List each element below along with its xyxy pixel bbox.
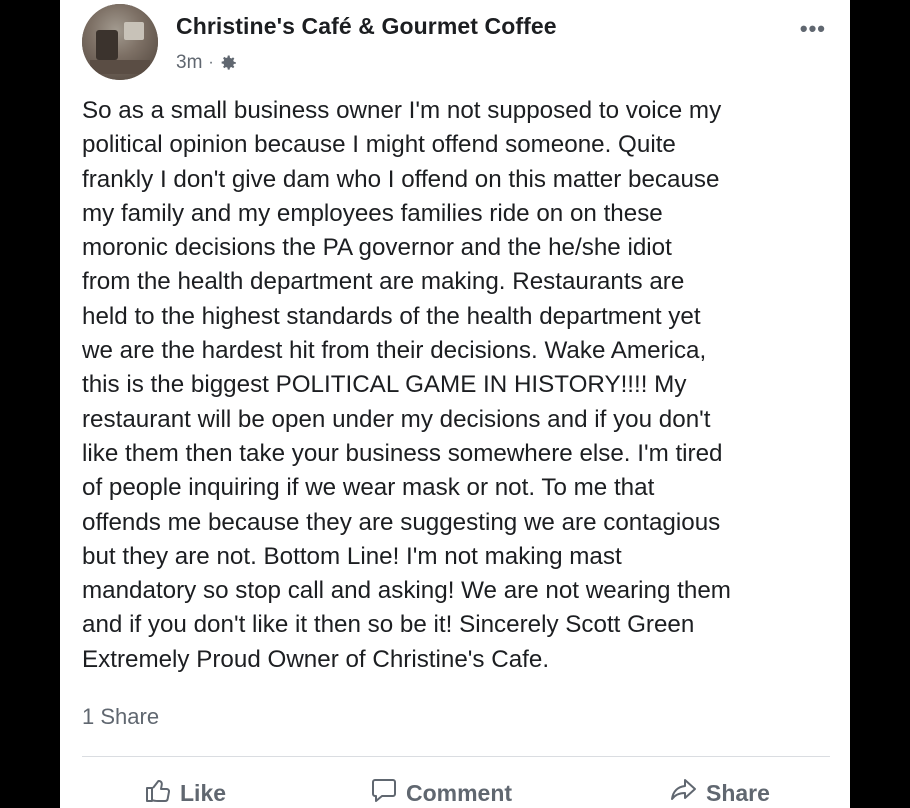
post-text-line: but they are not. Bottom Line! I'm not m… <box>82 542 622 570</box>
divider <box>82 756 830 757</box>
post-text-line: my family and my employees families ride… <box>82 199 663 227</box>
post-text-line: frankly I don't give dam who I offend on… <box>82 165 720 193</box>
post-text-line: Extremely Proud Owner of Christine's Caf… <box>82 645 550 673</box>
post-text-line: held to the highest standards of the hea… <box>82 302 701 330</box>
post-text-line: and if you don't like it then so be it! … <box>82 611 695 639</box>
post-text-line: restaurant will be open under my decisio… <box>82 405 711 433</box>
comment-icon <box>370 776 398 808</box>
thumbs-up-icon <box>144 776 172 808</box>
share-count[interactable]: 1 Share <box>82 704 159 730</box>
post-text-line: like them then take your business somewh… <box>82 439 723 467</box>
post-timestamp[interactable]: 3m <box>176 52 202 74</box>
post-text-line: So as a small business owner I'm not sup… <box>82 97 722 124</box>
action-bar: Like Comment Share <box>60 770 850 808</box>
avatar[interactable] <box>82 4 158 80</box>
post-text-line: we are the hardest hit from their decisi… <box>82 337 707 365</box>
post-text: So as a small business owner I'm not sup… <box>82 94 842 677</box>
gear-icon <box>220 54 238 72</box>
post-text-line: this is the biggest POLITICAL GAME IN HI… <box>82 371 687 399</box>
like-button[interactable]: Like <box>144 776 226 808</box>
post-header: Christine's Café & Gourmet Coffee 3m · •… <box>82 4 830 84</box>
meta-separator: · <box>208 54 214 71</box>
post-text-line: political opinion because I might offend… <box>82 131 676 159</box>
post-meta: 3m · <box>176 52 238 74</box>
more-options-icon[interactable]: ••• <box>800 18 826 40</box>
post-text-line: offends me because they are suggesting w… <box>82 508 721 536</box>
comment-button[interactable]: Comment <box>370 776 512 808</box>
share-label: Share <box>706 779 770 806</box>
post-text-line: of people inquiring if we wear mask or n… <box>82 474 655 502</box>
share-button[interactable]: Share <box>670 776 770 808</box>
post-card: Christine's Café & Gourmet Coffee 3m · •… <box>60 0 850 808</box>
comment-label: Comment <box>406 779 513 806</box>
like-label: Like <box>180 779 227 806</box>
post-text-line: from the health department are making. R… <box>82 268 685 296</box>
post-text-line: moronic decisions the PA governor and th… <box>82 234 672 262</box>
page-name[interactable]: Christine's Café & Gourmet Coffee <box>176 13 557 40</box>
post-text-line: mandatory so stop call and asking! We ar… <box>82 577 731 605</box>
share-arrow-icon <box>670 776 698 808</box>
